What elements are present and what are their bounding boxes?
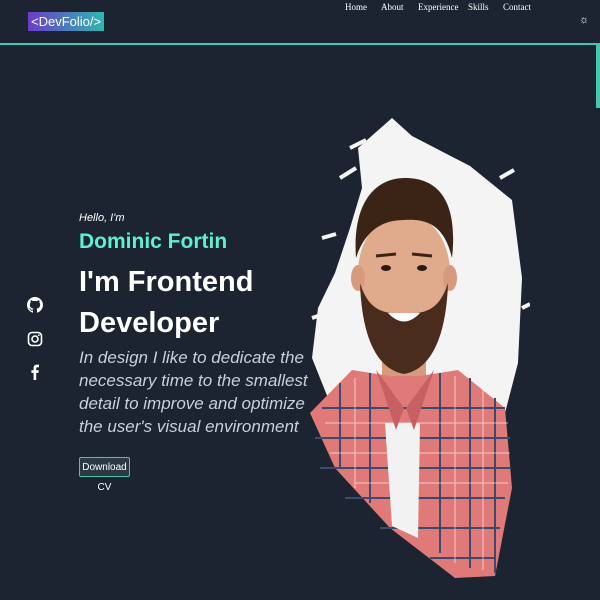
scrollbar-thumb[interactable] bbox=[596, 44, 600, 108]
profile-photo bbox=[310, 118, 530, 578]
nav-link-home[interactable]: Home bbox=[345, 0, 367, 14]
developer-name: Dominic Fortin bbox=[79, 230, 228, 253]
nav-link-experience[interactable]: Experience bbox=[418, 0, 458, 14]
nav-link-skills[interactable]: Skills bbox=[468, 0, 489, 14]
download-cv-button[interactable]: Download CV bbox=[79, 457, 130, 493]
nav-link-contact[interactable]: Contact bbox=[503, 0, 531, 14]
facebook-icon[interactable] bbox=[27, 364, 43, 380]
hero-tagline: In design I like to dedicate the necessa… bbox=[79, 348, 308, 436]
github-icon[interactable] bbox=[27, 297, 43, 313]
site-logo[interactable]: <DevFolio/> bbox=[28, 12, 105, 31]
sun-icon[interactable]: ☼ bbox=[578, 13, 590, 27]
navbar: <DevFolio/> Home About Experience Skills… bbox=[0, 0, 600, 45]
nav-link-about[interactable]: About bbox=[381, 0, 404, 14]
hero-headline: I'm Frontend Developer bbox=[79, 266, 254, 339]
instagram-icon[interactable] bbox=[27, 331, 43, 347]
greeting-text: Hello, I'm bbox=[79, 212, 125, 224]
